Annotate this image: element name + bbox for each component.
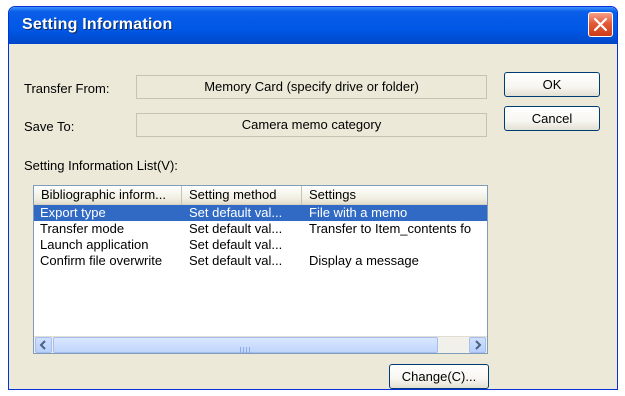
list-cell: Confirm file overwrite — [40, 253, 163, 268]
list-cell: Set default val... — [189, 221, 283, 236]
list-cell: File with a memo — [309, 205, 408, 220]
scroll-grip-icon — [240, 342, 252, 353]
scroll-right-button[interactable] — [469, 337, 486, 353]
transfer-from-field: Memory Card (specify drive or folder) — [136, 75, 487, 99]
list-cell: Launch application — [40, 237, 149, 252]
list-cell: Transfer to Item_contents fo — [309, 221, 472, 236]
list-cell: Export type — [40, 205, 106, 220]
scroll-right-arrow-icon — [475, 340, 482, 350]
dialog-content: Transfer From: Memory Card (specify driv… — [9, 44, 617, 389]
window-title: Setting Information — [22, 16, 173, 33]
scroll-left-button[interactable] — [35, 337, 52, 353]
list-cell: Set default val... — [189, 237, 283, 252]
list-cell: Display a message — [309, 253, 419, 268]
ok-button[interactable]: OK — [504, 72, 600, 97]
column-header-setting-method[interactable]: Setting method — [182, 186, 302, 205]
column-header-bibliographic[interactable]: Bibliographic inform... — [34, 186, 182, 205]
list-cell: Set default val... — [189, 253, 283, 268]
horizontal-scrollbar[interactable] — [34, 336, 487, 353]
list-cell — [309, 237, 487, 253]
save-to-label: Save To: — [24, 119, 75, 134]
column-header-settings[interactable]: Settings — [302, 186, 487, 205]
cancel-button[interactable]: Cancel — [504, 106, 600, 131]
scroll-thumb[interactable] — [53, 337, 438, 353]
setting-list-label: Setting Information List(V): — [24, 158, 178, 173]
list-header: Bibliographic inform... Setting method S… — [34, 186, 487, 205]
transfer-from-label: Transfer From: — [24, 81, 110, 96]
close-icon — [593, 17, 608, 32]
scroll-left-arrow-icon — [39, 340, 46, 350]
list-body: Export type Set default val... File with… — [34, 205, 487, 337]
list-row-launch-application[interactable]: Launch application Set default val... — [34, 237, 487, 253]
list-row-export-type[interactable]: Export type Set default val... File with… — [34, 205, 487, 221]
list-row-confirm-file-overwrite[interactable]: Confirm file overwrite Set default val..… — [34, 253, 487, 269]
change-button[interactable]: Change(C)... — [389, 364, 489, 389]
setting-information-list[interactable]: Bibliographic inform... Setting method S… — [33, 185, 488, 354]
close-button[interactable] — [588, 12, 613, 37]
save-to-field: Camera memo category — [136, 113, 487, 137]
list-row-transfer-mode[interactable]: Transfer mode Set default val... Transfe… — [34, 221, 487, 237]
list-cell: Set default val... — [189, 205, 283, 220]
setting-information-dialog: Setting Information Transfer From: Memor… — [8, 6, 618, 390]
title-bar[interactable]: Setting Information — [9, 7, 617, 44]
list-cell: Transfer mode — [40, 221, 125, 236]
